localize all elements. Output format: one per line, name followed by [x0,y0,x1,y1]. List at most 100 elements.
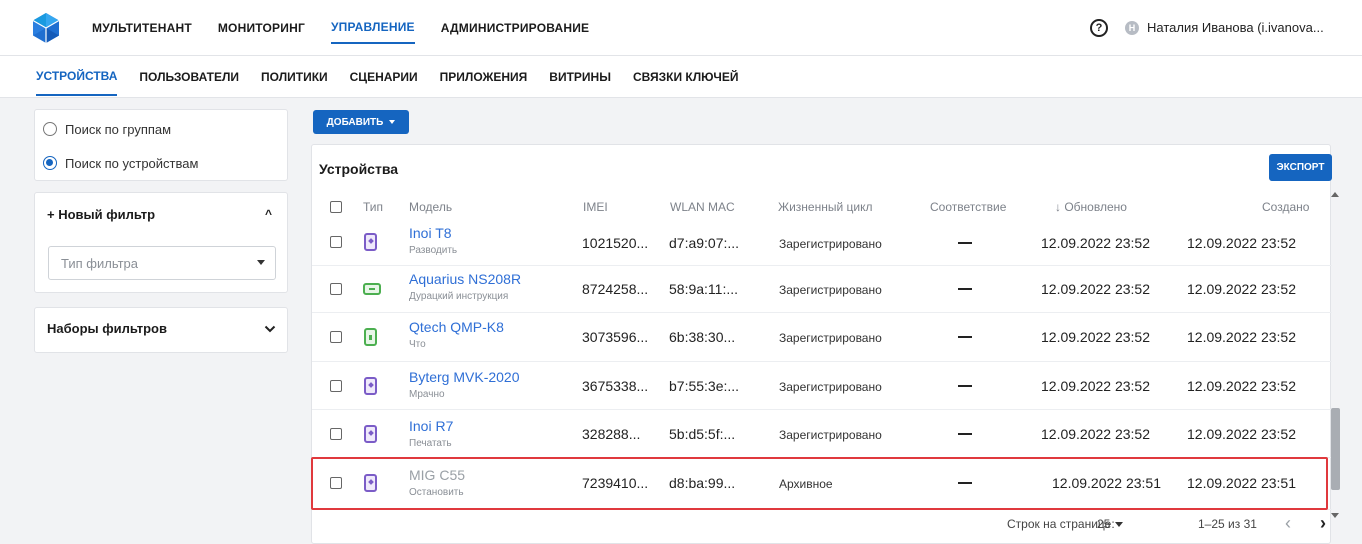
radio-button[interactable] [43,122,57,136]
scroll-down-icon[interactable] [1331,513,1339,518]
row-divider [312,361,1332,362]
table-scrollbar[interactable] [1329,190,1343,520]
filter-sets-panel: Наборы фильтров [34,307,288,353]
row-checkbox[interactable] [330,428,342,440]
rows-per-page-select[interactable]: 25 [1097,517,1110,531]
compliance-dash [958,336,972,338]
user-menu[interactable]: Н Наталия Иванова (i.ivanova... [1125,20,1324,35]
tablet-icon [364,328,377,346]
nav-administration[interactable]: АДМИНИСТРИРОВАНИЕ [441,13,590,43]
page-range: 1–25 из 31 [1198,517,1257,531]
lifecycle-cell: Зарегистрировано [779,237,882,251]
chevron-up-icon[interactable]: ^ [265,207,272,221]
filter-sets-label[interactable]: Наборы фильтров [47,321,167,336]
next-page-icon[interactable]: › [1320,513,1326,534]
main-nav: МУЛЬТИТЕНАНТ МОНИТОРИНГ УПРАВЛЕНИЕ АДМИН… [92,0,589,56]
row-divider [312,457,1332,458]
sub-nav: УСТРОЙСТВА ПОЛЬЗОВАТЕЛИ ПОЛИТИКИ СЦЕНАРИ… [0,56,1362,98]
top-bar: МУЛЬТИТЕНАНТ МОНИТОРИНГ УПРАВЛЕНИЕ АДМИН… [0,0,1362,56]
imei-cell: 328288... [582,426,641,442]
updated-cell: 12.09.2022 23:52 [1041,281,1150,297]
model-link[interactable]: Byterg MVK-2020 [409,369,520,385]
model-subtitle: Печатать [409,438,452,449]
imei-cell: 3675338... [582,378,649,394]
tab-users[interactable]: ПОЛЬЗОВАТЕЛИ [139,60,239,95]
tab-showcases[interactable]: ВИТРИНЫ [549,60,611,95]
column-header-model[interactable]: Модель [409,200,452,214]
select-all-checkbox[interactable] [330,201,342,213]
nav-multitenant[interactable]: МУЛЬТИТЕНАНТ [92,13,192,43]
lifecycle-cell: Зарегистрировано [779,283,882,297]
mac-cell: 58:9a:11:... [669,281,739,297]
tab-applications[interactable]: ПРИЛОЖЕНИЯ [440,60,528,95]
prev-page-icon[interactable]: ‹ [1285,513,1291,534]
updated-cell: 12.09.2022 23:52 [1041,235,1150,251]
devices-panel: Устройства ЭКСПОРТ Тип Модель IMEI WLAN … [311,144,1332,544]
export-button[interactable]: ЭКСПОРТ [1269,154,1332,181]
lifecycle-cell: Зарегистрировано [779,331,882,345]
caret-down-icon [257,260,265,265]
scrollbar-thumb[interactable] [1331,408,1340,490]
scroll-up-icon[interactable] [1331,192,1339,197]
filter-type-placeholder: Тип фильтра [61,256,138,271]
model-link[interactable]: MIG C55 [409,467,465,483]
updated-cell: 12.09.2022 23:52 [1041,426,1150,442]
add-button-label: ДОБАВИТЬ [326,116,384,128]
row-checkbox[interactable] [330,380,342,392]
tab-policies[interactable]: ПОЛИТИКИ [261,60,328,95]
new-filter-button[interactable]: + Новый фильтр [47,207,155,222]
filter-type-select[interactable]: Тип фильтра [48,246,276,280]
tab-devices[interactable]: УСТРОЙСТВА [36,59,118,96]
radio-search-devices[interactable]: Поиск по устройствам [35,146,287,180]
column-header-lifecycle[interactable]: Жизненный цикл [778,200,872,214]
row-divider [312,265,1332,266]
row-checkbox[interactable] [330,236,342,248]
created-cell: 12.09.2022 23:52 [1187,329,1296,345]
mac-cell: b7:55:3e:... [669,378,740,394]
row-checkbox[interactable] [330,331,342,343]
help-icon[interactable]: ? [1090,19,1108,37]
table-title: Устройства [319,161,399,177]
radio-label: Поиск по группам [65,121,172,137]
caret-down-icon[interactable] [1115,522,1123,527]
column-header-imei[interactable]: IMEI [583,200,608,214]
nav-monitoring[interactable]: МОНИТОРИНГ [218,13,305,43]
phone-icon [364,377,377,395]
column-header-compliance[interactable]: Соответствие [930,200,1006,214]
nav-management[interactable]: УПРАВЛЕНИЕ [330,12,415,44]
imei-cell: 7239410... [582,475,649,491]
mac-cell: 6b:38:30... [669,329,736,345]
column-header-updated[interactable]: ↓ Обновлено [1055,200,1127,214]
column-header-created[interactable]: Создано [1262,200,1309,214]
user-name: Наталия Иванова (i.ivanova... [1147,20,1324,35]
model-link[interactable]: Inoi T8 [409,225,452,241]
model-link[interactable]: Aquarius NS208R [409,271,521,287]
lifecycle-cell: Зарегистрировано [779,380,882,394]
new-filter-panel: + Новый фильтр ^ Тип фильтра [34,192,288,293]
tab-scenarios[interactable]: СЦЕНАРИИ [350,60,418,95]
add-button[interactable]: ДОБАВИТЬ [313,110,409,134]
column-header-mac[interactable]: WLAN MAC [670,200,735,214]
imei-cell: 1021520... [582,235,649,251]
model-link[interactable]: Inoi R7 [409,418,453,434]
model-subtitle: Дурацкий инструкция [409,291,509,302]
chevron-down-icon[interactable] [264,324,276,334]
mac-cell: d7:a9:07:... [669,235,740,251]
column-header-type[interactable]: Тип [363,200,383,214]
compliance-dash [958,482,972,484]
row-checkbox[interactable] [330,477,342,489]
radio-button[interactable] [43,156,57,170]
tab-keychains[interactable]: СВЯЗКИ КЛЮЧЕЙ [633,60,738,95]
tv-icon [363,283,381,295]
created-cell: 12.09.2022 23:52 [1187,281,1296,297]
row-checkbox[interactable] [330,283,342,295]
model-subtitle: Что [409,339,426,350]
logo-icon[interactable] [30,12,62,44]
radio-search-groups[interactable]: Поиск по группам [35,112,287,146]
model-link[interactable]: Qtech QMP-K8 [409,319,504,335]
updated-cell: 12.09.2022 23:52 [1041,329,1150,345]
compliance-dash [958,385,972,387]
imei-cell: 8724258... [582,281,649,297]
updated-cell: 12.09.2022 23:51 [1052,475,1161,491]
avatar: Н [1125,20,1139,35]
